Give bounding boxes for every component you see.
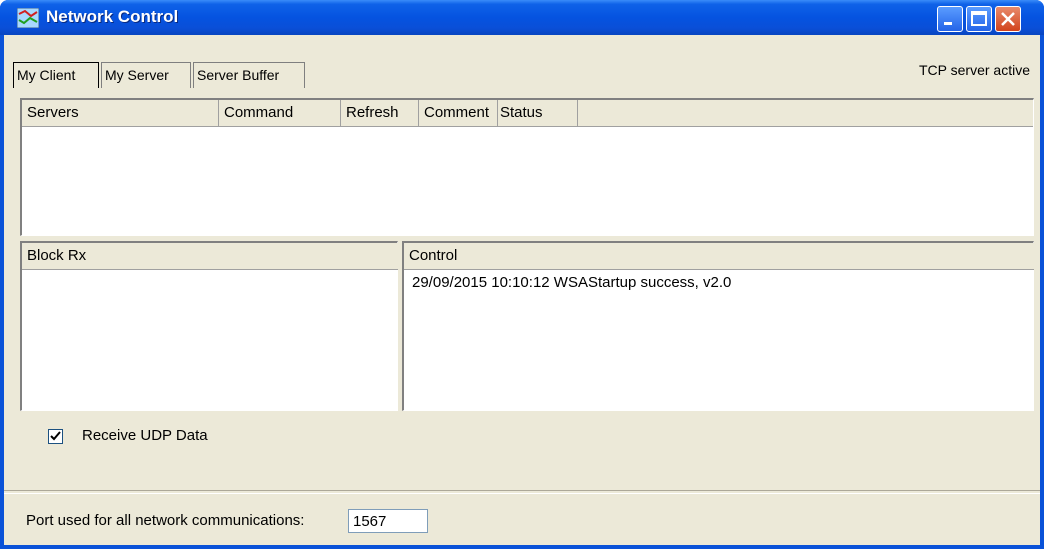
column-label: Status [500,104,543,121]
port-input[interactable] [348,509,428,533]
minimize-icon [944,22,952,25]
minimize-button[interactable] [937,6,963,32]
receive-udp-checkbox[interactable] [48,429,63,444]
tab-label: My Client [17,67,76,83]
network-control-window: Network Control My Client My Server Serv… [0,0,1044,549]
client-area: My Client My Server Server Buffer TCP se… [4,35,1040,545]
status-separator [4,490,1040,494]
block-rx-label: Block Rx [27,247,87,264]
column-label: Refresh [346,104,399,121]
maximize-icon [971,11,987,26]
port-label: Port used for all network communications… [26,512,305,529]
check-icon [50,431,61,441]
block-rx-panel[interactable]: Block Rx [20,241,398,411]
control-label: Control [409,247,458,264]
tab-label: My Server [105,67,169,83]
column-header-comment[interactable]: Comment [419,100,498,127]
column-label: Comment [424,104,490,121]
servers-list[interactable]: Servers Command Refresh Comment Status [20,98,1034,236]
maximize-button[interactable] [966,6,992,32]
log-line: 29/09/2015 10:10:12 WSAStartup success, … [412,274,732,291]
tab-my-client[interactable]: My Client [13,62,99,88]
control-log: 29/09/2015 10:10:12 WSAStartup success, … [404,270,1033,410]
window-title: Network Control [46,7,179,26]
tab-my-server[interactable]: My Server [101,62,191,88]
close-icon [1001,12,1015,26]
network-app-icon [17,8,39,28]
control-log-panel[interactable]: Control 29/09/2015 10:10:12 WSAStartup s… [402,241,1034,411]
control-header: Control [404,243,1034,270]
column-label: Servers [27,104,79,121]
block-rx-header: Block Rx [22,243,398,270]
column-header-servers[interactable]: Servers [22,100,219,127]
column-header-command[interactable]: Command [219,100,341,127]
header-filler [578,100,1033,127]
tab-label: Server Buffer [197,67,280,83]
column-label: Command [224,104,294,121]
close-button[interactable] [995,6,1021,32]
tab-server-buffer[interactable]: Server Buffer [193,62,305,88]
receive-udp-label: Receive UDP Data [82,427,208,444]
column-header-refresh[interactable]: Refresh [341,100,419,127]
tcp-status-text: TCP server active [919,62,1030,78]
column-header-status[interactable]: Status [498,100,578,127]
title-bar[interactable]: Network Control [0,0,1044,35]
